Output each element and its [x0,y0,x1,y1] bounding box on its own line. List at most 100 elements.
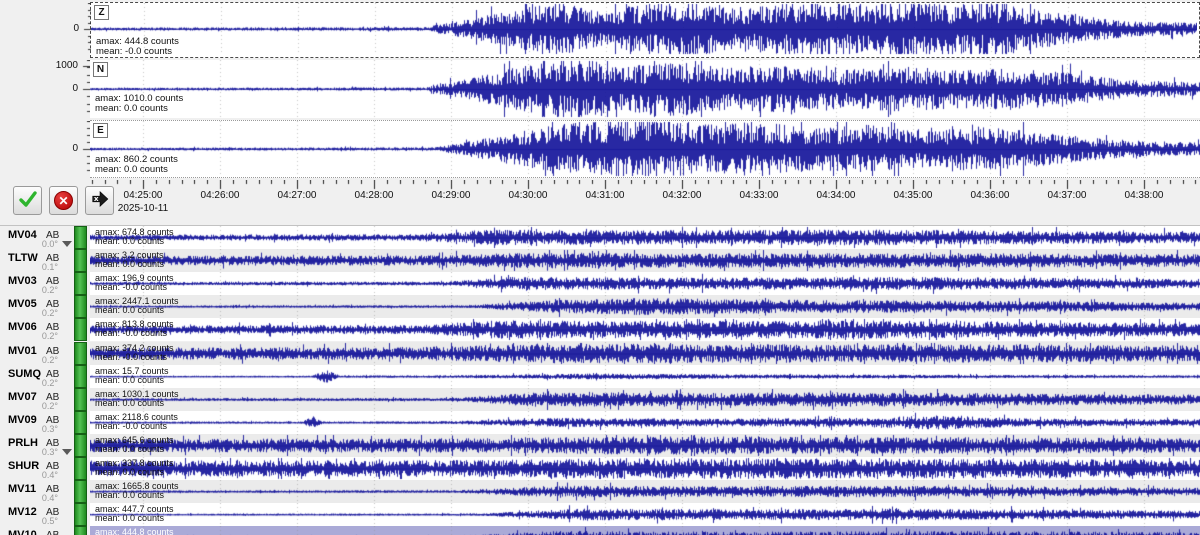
time-tick-label: 04:30:00 [493,190,563,201]
waveform-trace[interactable]: amax: 674.8 counts mean: 0.0 counts [90,226,1200,249]
mean-label: mean: 0.0 counts [95,259,164,269]
station-row[interactable]: PRLH AB 0.3° amax: 645.6 counts mean: 0.… [0,434,1200,457]
mean-label: mean: 0.0 counts [95,103,168,114]
waveform-canvas [90,411,1200,434]
station-distance: 0.2° [14,355,58,365]
svg-text:x: x [93,194,98,203]
waveform-canvas [90,60,1200,118]
station-distance: 0.4° [14,493,58,503]
y-axis-ticks [82,3,91,55]
channel-code-badge: E [93,123,108,138]
green-check-icon [18,189,38,212]
mean-label: mean: 0.0 counts [95,490,164,500]
network-code: AB [46,530,59,535]
channel-panel-z[interactable]: Z amax: 444.8 counts mean: -0.0 counts 0 [90,2,1200,58]
time-tick-label: 04:35:00 [878,190,948,201]
waveform-canvas [90,318,1200,341]
y-axis-ticks [81,60,90,118]
waveform-trace[interactable]: amax: 3.2 counts mean: 0.0 counts [90,249,1200,272]
station-row[interactable]: MV12 AB 0.5° amax: 447.7 counts mean: 0.… [0,503,1200,526]
waveform-trace[interactable]: amax: 1665.8 counts mean: 0.0 counts [90,480,1200,503]
forward-button[interactable]: x [85,186,114,215]
station-distance: 0.3° [14,424,58,434]
channel-panel-n[interactable]: N amax: 1010.0 counts mean: 0.0 counts 1… [90,60,1200,118]
waveform-canvas [90,503,1200,526]
waveform-trace[interactable]: amax: 337.8 counts mean: 0.0 counts [90,457,1200,480]
quality-bar [74,411,87,434]
channel-code-badge: Z [94,5,109,20]
waveform-trace[interactable]: amax: 374.2 counts mean: -0.0 counts [90,342,1200,365]
waveform-trace[interactable]: amax: 2447.1 counts mean: 0.0 counts [90,295,1200,318]
waveform-canvas [90,365,1200,388]
mean-label: mean: 0.0 counts [95,305,164,315]
waveform-trace[interactable]: amax: 444.8 counts [90,526,1200,535]
time-tick-label: 04:28:00 [339,190,409,201]
station-row[interactable]: MV10 AB amax: 444.8 counts [0,526,1200,535]
station-distance: 0.4° [14,470,58,480]
y-tick-label: 1000 [42,60,78,71]
quality-bar [74,434,87,457]
toolbar: ✕ x [13,186,114,215]
quality-bar [74,342,87,365]
confirm-button[interactable] [13,186,42,215]
amax-label: amax: 444.8 counts [95,527,174,535]
chevron-down-icon [62,449,72,455]
waveform-canvas [90,457,1200,480]
quality-bar [74,526,87,535]
mean-label: mean: -0.0 counts [95,421,167,431]
station-row[interactable]: MV05 AB 0.2° amax: 2447.1 counts mean: 0… [0,295,1200,318]
station-row[interactable]: MV11 AB 0.4° amax: 1665.8 counts mean: 0… [0,480,1200,503]
station-distance: 0.1° [14,262,58,272]
waveform-canvas [90,272,1200,295]
station-distance: 0.2° [14,285,58,295]
waveform-trace[interactable]: amax: 813.8 counts mean: -0.0 counts [90,318,1200,341]
waveform-canvas [90,480,1200,503]
station-distance: 0.2° [14,401,58,411]
y-axis-ticks [81,121,90,177]
station-row[interactable]: SHUR AB 0.4° amax: 337.8 counts mean: 0.… [0,457,1200,480]
time-tick-label: 04:38:00 [1109,190,1179,201]
quality-bar [74,249,87,272]
y-tick-label: 0 [43,23,79,34]
station-list: MV04 AB 0.0° amax: 674.8 counts mean: 0.… [0,225,1200,535]
quality-bar [74,365,87,388]
quality-bar [74,503,87,526]
quality-bar [74,457,87,480]
station-row[interactable]: MV01 AB 0.2° amax: 374.2 counts mean: -0… [0,342,1200,365]
reject-button[interactable]: ✕ [49,186,78,215]
quality-bar [74,318,87,341]
waveform-trace[interactable]: amax: 447.7 counts mean: 0.0 counts [90,503,1200,526]
seismic-trace-viewer: counts counts counts Z amax: 444.8 count… [0,0,1200,535]
waveform-canvas [90,526,1200,535]
time-tick-label: 04:26:00 [185,190,255,201]
time-tick-label: 04:36:00 [955,190,1025,201]
waveform-trace[interactable]: amax: 645.6 counts mean: 0.0 counts [90,434,1200,457]
waveform-canvas [90,121,1200,177]
station-row[interactable]: TLTW AB 0.1° amax: 3.2 counts mean: 0.0 … [0,249,1200,272]
station-row[interactable]: MV04 AB 0.0° amax: 674.8 counts mean: 0.… [0,226,1200,249]
waveform-canvas [90,226,1200,249]
waveform-trace[interactable]: amax: 2118.6 counts mean: -0.0 counts [90,411,1200,434]
mean-label: mean: -0.0 counts [96,46,172,57]
station-row[interactable]: MV09 AB 0.3° amax: 2118.6 counts mean: -… [0,411,1200,434]
mean-label: mean: 0.0 counts [95,444,164,454]
waveform-trace[interactable]: amax: 15.7 counts mean: 0.0 counts [90,365,1200,388]
station-row[interactable]: MV07 AB 0.2° amax: 1030.1 counts mean: 0… [0,388,1200,411]
channel-panel-e[interactable]: E amax: 860.2 counts mean: 0.0 counts 0 [90,120,1200,178]
station-distance: 0.2° [14,308,58,318]
station-row[interactable]: MV03 AB 0.2° amax: 196.9 counts mean: -0… [0,272,1200,295]
waveform-trace[interactable]: amax: 1030.1 counts mean: 0.0 counts [90,388,1200,411]
time-tick-label: 04:33:00 [724,190,794,201]
mean-label: mean: -0.0 counts [95,282,167,292]
mean-label: mean: 0.0 counts [95,467,164,477]
station-row[interactable]: MV06 AB 0.2° amax: 813.8 counts mean: -0… [0,318,1200,341]
time-tick-label: 04:34:00 [801,190,871,201]
mean-label: mean: 0.0 counts [95,164,168,175]
station-row[interactable]: SUMQ AB 0.2° amax: 15.7 counts mean: 0.0… [0,365,1200,388]
quality-bar [74,480,87,503]
waveform-canvas [91,3,1197,55]
time-tick-label: 04:32:00 [647,190,717,201]
waveform-canvas [90,249,1200,272]
waveform-trace[interactable]: amax: 196.9 counts mean: -0.0 counts [90,272,1200,295]
waveform-canvas [90,388,1200,411]
